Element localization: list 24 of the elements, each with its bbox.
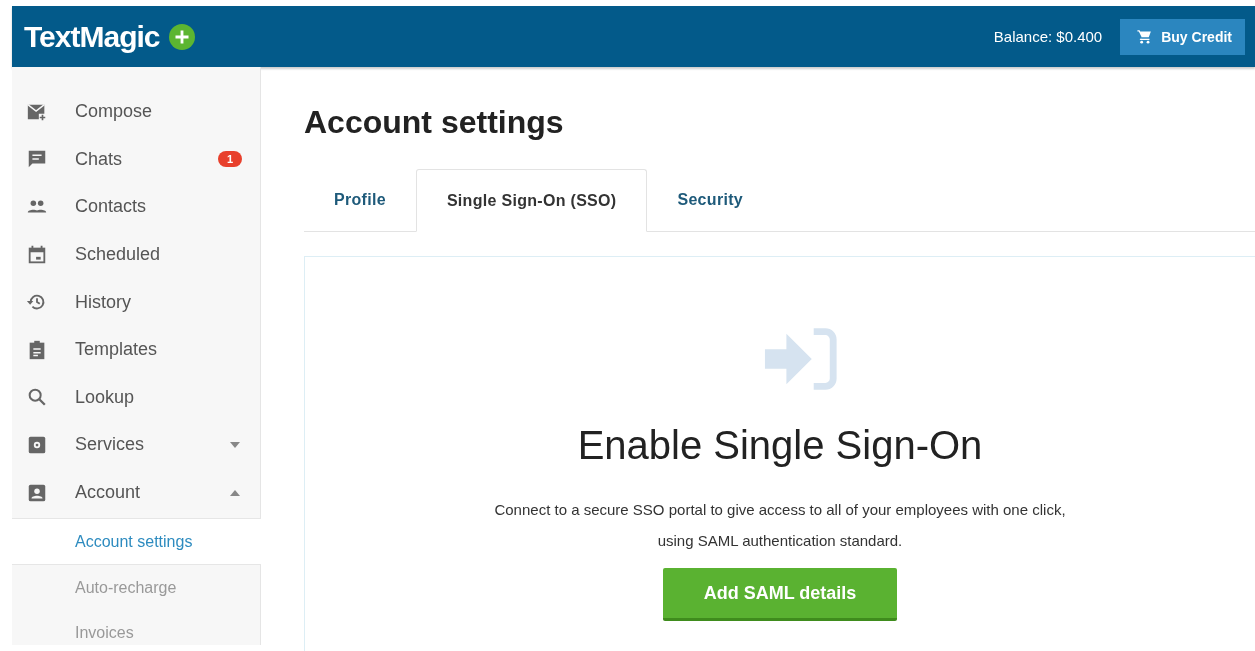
nav-item[interactable]: Chats 1 [12,135,260,184]
description-text: Connect to a secure SSO portal to give access to all of your employees with one click, [494,500,1066,520]
nav-item[interactable]: Compose [12,88,260,136]
nav-item[interactable]: Templates [12,325,260,374]
tab[interactable]: Profile [304,169,416,232]
calendar-icon [26,243,48,266]
nav-item[interactable]: Scheduled [12,230,260,279]
count-badge: 1 [217,151,242,168]
nav-item[interactable]: Services [12,421,260,469]
tab[interactable]: Single Sign-On (SSO) [415,169,648,232]
cart-icon [1136,28,1154,45]
balance-text: Balance: $0.400 [993,28,1103,45]
plus-icon[interactable] [169,23,196,50]
nav-item[interactable]: Lookup [12,373,260,422]
tab[interactable]: Security [647,169,773,232]
submenu-item[interactable]: Account settings [12,518,261,566]
nav-item[interactable]: Contacts [12,183,260,231]
description-text: using SAML authentication standard. [657,531,903,551]
buy-credit-button[interactable]: Buy Credit [1120,18,1245,55]
page-title: Account settings [304,104,565,141]
panel-heading: Enable Single Sign-On [577,423,983,468]
logo[interactable]: TextMagic [24,19,160,54]
nav-item[interactable]: Account [12,468,260,517]
nav-item[interactable]: History [12,278,260,326]
